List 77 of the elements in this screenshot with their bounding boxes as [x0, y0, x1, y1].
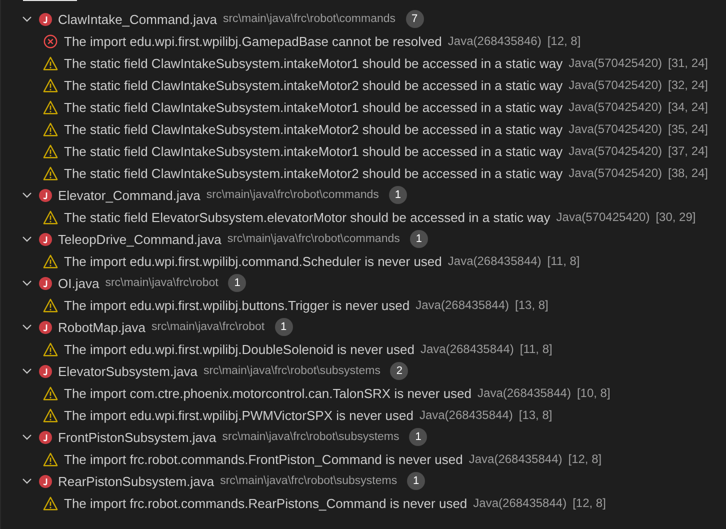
- problem-message[interactable]: The import edu.wpi.first.wpilibj.buttons.Trigger is never used: [64, 298, 410, 312]
- java-file-icon: [39, 364, 52, 378]
- problem-message[interactable]: The static field ElevatorSubsystem.elevatorMotor should be accessed in a static way: [64, 210, 550, 224]
- problem-message[interactable]: The import edu.wpi.first.wpilibj.DoubleSolenoid is never used: [64, 342, 414, 356]
- problem-position: [11, 8]: [520, 342, 552, 356]
- file-name[interactable]: OI.java: [58, 276, 100, 290]
- file-path: src\main\java\frc\robot: [151, 321, 265, 333]
- java-file-icon: [39, 232, 52, 246]
- problem-source: Java(570425420): [568, 78, 662, 92]
- java-file-icon: [39, 276, 52, 290]
- problem-message[interactable]: The import edu.wpi.first.wpilibj.GamepadBase cannot be resolved: [64, 34, 442, 48]
- problem-position: [12, 8]: [547, 34, 581, 48]
- java-file-icon: [39, 188, 52, 202]
- problem-position: [13, 8]: [515, 298, 548, 312]
- problem-message[interactable]: The static field ClawIntakeSubsystem.intakeMotor1 should be accessed in a static way: [64, 144, 563, 158]
- problem-message[interactable]: The static field ClawIntakeSubsystem.intakeMotor2 should be accessed in a static way: [64, 166, 563, 180]
- file-path: src\main\java\frc\robot\subsystems: [203, 365, 380, 377]
- problem-count: 1: [410, 230, 428, 248]
- file-name[interactable]: ElevatorSubsystem.java: [58, 364, 198, 378]
- problem-count: 1: [409, 428, 428, 446]
- problem-position: [10, 8]: [576, 386, 610, 400]
- problem-position: [30, 29]: [656, 210, 696, 224]
- java-file-icon: [39, 320, 52, 334]
- problem-count: 1: [228, 274, 246, 292]
- file-name[interactable]: Elevator_Command.java: [58, 188, 200, 202]
- problem-position: [12, 8]: [572, 496, 606, 510]
- problem-message[interactable]: The static field ClawIntakeSubsystem.intakeMotor1 should be accessed in a static way: [64, 56, 563, 70]
- problem-message[interactable]: The import edu.wpi.first.wpilibj.command.Scheduler is never used: [64, 254, 442, 268]
- java-file-icon: [39, 474, 52, 488]
- problem-position: [32, 24]: [668, 78, 708, 92]
- problem-position: [37, 24]: [668, 144, 708, 158]
- problem-source: Java(268435844): [419, 408, 513, 422]
- problem-message[interactable]: The static field ClawIntakeSubsystem.intakeMotor1 should be accessed in a static way: [64, 100, 563, 114]
- java-file-icon: [39, 12, 52, 26]
- problem-position: [34, 24]: [668, 100, 708, 114]
- problem-source: Java(268435844): [473, 496, 567, 510]
- problem-source: Java(570425420): [568, 100, 662, 114]
- problem-source: Java(268435844): [468, 452, 562, 466]
- problem-position: [12, 8]: [568, 452, 602, 466]
- problem-message[interactable]: The import edu.wpi.first.wpilibj.PWMVictorSPX is never used: [64, 408, 414, 422]
- file-path: src\main\java\frc\robot\commands: [227, 233, 400, 245]
- problem-count: 1: [274, 318, 293, 336]
- problem-message[interactable]: The static field ClawIntakeSubsystem.intakeMotor2 should be accessed in a static way: [64, 78, 563, 92]
- problem-position: [13, 8]: [518, 408, 552, 422]
- file-path: src\main\java\frc\robot\subsystems: [220, 475, 398, 487]
- problem-source: Java(570425420): [556, 210, 650, 224]
- problem-source: Java(268435844): [448, 254, 542, 268]
- problem-message[interactable]: The import frc.robot.commands.RearPistons_Command is never used: [64, 496, 468, 510]
- problem-message[interactable]: The import frc.robot.commands.FrontPiston_Command is never used: [64, 452, 463, 466]
- problem-position: [35, 24]: [668, 122, 708, 136]
- problem-message[interactable]: The static field ClawIntakeSubsystem.intakeMotor2 should be accessed in a static way: [64, 122, 563, 136]
- problem-position: [38, 24]: [668, 166, 708, 180]
- problem-count: 1: [407, 472, 426, 490]
- file-name[interactable]: RearPistonSubsystem.java: [58, 474, 214, 488]
- problem-source: Java(570425420): [568, 144, 662, 158]
- problem-count: 2: [390, 362, 408, 380]
- file-name[interactable]: TeleopDrive_Command.java: [58, 232, 222, 246]
- problem-count: 7: [406, 10, 424, 28]
- file-path: src\main\java\frc\robot\commands: [206, 189, 379, 201]
- file-path: src\main\java\frc\robot\subsystems: [222, 431, 400, 443]
- problem-position: [11, 8]: [547, 254, 580, 268]
- problem-count: 1: [388, 186, 407, 204]
- file-path: src\main\java\frc\robot: [105, 277, 218, 289]
- problem-source: Java(268435844): [420, 342, 514, 356]
- problem-source: Java(268435844): [416, 298, 510, 312]
- problem-position: [31, 24]: [668, 56, 708, 70]
- problem-source: Java(570425420): [568, 122, 662, 136]
- file-path: src\main\java\frc\robot\commands: [222, 13, 396, 25]
- file-name[interactable]: FrontPistonSubsystem.java: [58, 430, 216, 444]
- problem-source: Java(570425420): [568, 166, 662, 180]
- file-name[interactable]: ClawIntake_Command.java: [58, 12, 217, 26]
- problem-source: Java(268435844): [478, 386, 571, 400]
- java-file-icon: [39, 430, 52, 444]
- file-name[interactable]: RobotMap.java: [58, 320, 146, 334]
- problem-message[interactable]: The import com.ctre.phoenix.motorcontrol.can.TalonSRX is never used: [64, 386, 472, 400]
- problem-source: Java(570425420): [568, 56, 662, 70]
- problem-source: Java(268435846): [448, 34, 542, 48]
